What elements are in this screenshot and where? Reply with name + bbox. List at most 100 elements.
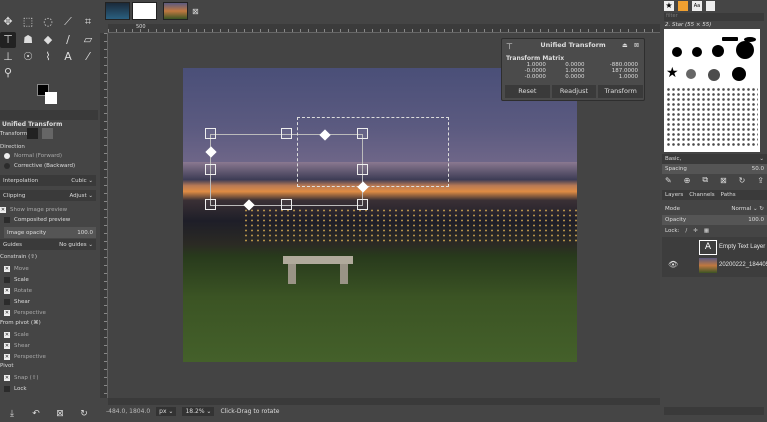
guides-select[interactable]: Guides No guides ⌄ xyxy=(0,239,96,250)
lock-alpha-icon[interactable]: ▦ xyxy=(704,228,709,234)
dock-tabs xyxy=(0,110,98,120)
transform-corner-handle[interactable] xyxy=(357,128,368,139)
layer-mode-select[interactable]: Mode Normal ⌄ ↻ xyxy=(662,204,767,214)
pointer-coords: -484.0, 1804.0 xyxy=(106,408,151,415)
zoom-tool-icon[interactable]: ⚲ xyxy=(0,65,16,81)
from-pivot-checkbox[interactable]: ✕ Shear xyxy=(4,341,30,351)
transform-corner-handle[interactable] xyxy=(205,199,216,210)
constrain-checkbox[interactable]: ✕ Rotate xyxy=(4,286,32,296)
horizontal-scrollbar[interactable] xyxy=(108,398,660,405)
layer-row[interactable]: 👁 20200222_184405 xyxy=(662,257,767,274)
transform-selection-button[interactable] xyxy=(42,128,53,139)
close-icon[interactable]: ⊠ xyxy=(634,42,639,49)
interpolation-select[interactable]: Interpolation Cubic ⌄ xyxy=(0,175,96,186)
clone-tool-icon[interactable]: ⊥ xyxy=(0,49,16,65)
duplicate-brush-icon[interactable]: ⧉ xyxy=(702,175,708,185)
unified-transform-tool-icon[interactable]: ⊤ xyxy=(0,32,16,48)
reset-options-icon[interactable]: ↻ xyxy=(76,406,92,422)
brush-grid[interactable]: ★ xyxy=(664,29,760,152)
readjust-button[interactable]: Readjust xyxy=(551,85,597,98)
image-photo[interactable] xyxy=(183,68,577,362)
eraser-tool-icon[interactable]: ▱ xyxy=(80,32,96,48)
transform-edge-handle[interactable] xyxy=(281,128,292,139)
document-history-tab-icon[interactable] xyxy=(706,1,715,11)
image-tab-3[interactable] xyxy=(163,2,188,20)
warp-tool-icon[interactable]: ☗ xyxy=(20,32,36,48)
composited-preview-checkbox[interactable]: Composited preview xyxy=(4,215,70,225)
toolbox-dock: ✥ ⬚ ◌ ⟋ ⌗ ⊤ ☗ ◆ ∕ ▱ ⊥ ☉ ⌇ A ⁄ ⚲ Unified … xyxy=(0,0,98,419)
transform-corner-handle[interactable] xyxy=(205,128,216,139)
pin-icon[interactable]: ⏏ xyxy=(622,42,628,49)
unit-select[interactable]: px ⌄ xyxy=(156,407,177,416)
bench-leg xyxy=(288,264,296,284)
close-tab-icon[interactable]: ⊠ xyxy=(192,7,199,16)
edit-brush-icon[interactable]: ✎ xyxy=(665,176,672,185)
tool-options-title: Unified Transform xyxy=(2,121,63,128)
paths-tool-icon[interactable]: ⌇ xyxy=(40,49,56,65)
new-brush-icon[interactable]: ⊕ xyxy=(684,176,691,185)
constrain-checkbox[interactable]: ✕ Perspective xyxy=(4,308,46,318)
from-pivot-checkbox[interactable]: ✕ Perspective xyxy=(4,352,46,362)
image-opacity-slider[interactable]: Image opacity 100.0 xyxy=(4,227,96,238)
horizontal-ruler: 500 xyxy=(108,24,660,33)
from-pivot-checkbox[interactable]: ✕ Scale xyxy=(4,330,29,340)
from-pivot-label: From pivot (⌘) xyxy=(0,320,41,326)
lock-position-icon[interactable]: ✛ xyxy=(693,228,698,234)
constrain-checkbox[interactable]: Scale xyxy=(4,275,29,285)
tab-layers[interactable]: Layers xyxy=(665,192,683,198)
tab-paths[interactable]: Paths xyxy=(721,192,736,198)
brush-filter-input[interactable]: filter xyxy=(664,13,764,21)
reset-button[interactable]: Reset xyxy=(505,85,550,98)
paintbrush-tool-icon[interactable]: ∕ xyxy=(60,32,76,48)
bucket-fill-tool-icon[interactable]: ◆ xyxy=(40,32,56,48)
save-options-icon[interactable]: ⤓ xyxy=(4,406,20,422)
zoom-select[interactable]: 18.2% ⌄ xyxy=(182,407,215,416)
restore-options-icon[interactable]: ↶ xyxy=(28,406,44,422)
text-layer-thumbnail: A xyxy=(699,240,717,255)
transform-label: Transform: xyxy=(0,131,30,137)
tab-channels[interactable]: Channels xyxy=(689,192,714,198)
layer-opacity-slider[interactable]: Opacity 100.0 xyxy=(662,215,767,225)
eye-visibility-icon[interactable]: 👁 xyxy=(668,260,678,269)
text-tool-icon[interactable]: A xyxy=(60,49,76,65)
image-tab-2[interactable] xyxy=(132,2,157,20)
status-message: Click-Drag to rotate xyxy=(220,408,280,415)
refresh-brushes-icon[interactable]: ↻ xyxy=(739,176,746,185)
patterns-tab-icon[interactable] xyxy=(678,1,688,11)
brushes-tab-icon[interactable]: ★ xyxy=(664,1,674,11)
delete-brush-icon[interactable]: ⊠ xyxy=(720,176,727,185)
transform-edge-handle[interactable] xyxy=(357,164,368,175)
fonts-tab-icon[interactable]: Aa xyxy=(692,1,702,11)
image-layer-thumbnail xyxy=(699,258,717,273)
brush-actions: ✎ ⊕ ⧉ ⊠ ↻ ⇪ xyxy=(662,175,767,185)
show-preview-checkbox[interactable]: ✕ Show image preview xyxy=(0,205,67,215)
rect-select-tool-icon[interactable]: ⬚ xyxy=(20,14,36,30)
transform-layer-button[interactable] xyxy=(27,128,38,139)
lock-pixels-icon[interactable]: ∕ xyxy=(685,228,687,234)
fuzzy-select-tool-icon[interactable]: ⟋ xyxy=(60,14,76,30)
constrain-checkbox[interactable]: Shear xyxy=(4,297,30,307)
direction-corrective-radio[interactable]: Corrective (Backward) xyxy=(4,161,75,171)
transform-edge-handle[interactable] xyxy=(281,199,292,210)
pivot-checkbox[interactable]: ✕ Snap (⇧) xyxy=(4,373,39,383)
transform-edge-handle[interactable] xyxy=(205,164,216,175)
smudge-tool-icon[interactable]: ☉ xyxy=(20,49,36,65)
move-tool-icon[interactable]: ✥ xyxy=(0,14,16,30)
open-brush-icon[interactable]: ⇪ xyxy=(757,176,764,185)
transform-button[interactable]: Transform xyxy=(598,85,644,98)
spacing-slider[interactable]: Spacing 50.0 xyxy=(662,164,767,174)
color-picker-tool-icon[interactable]: ⁄ xyxy=(80,49,96,65)
pivot-checkbox[interactable]: Lock xyxy=(4,384,27,394)
layer-row[interactable]: A Empty Text Layer xyxy=(662,239,767,256)
clipping-select[interactable]: Clipping Adjust ⌄ xyxy=(0,190,96,201)
crop-tool-icon[interactable]: ⌗ xyxy=(80,14,96,30)
brush-set-select[interactable]: Basic, ⌄ xyxy=(662,154,767,164)
transform-corner-handle[interactable] xyxy=(357,199,368,210)
constrain-checkbox[interactable]: ✕ Move xyxy=(4,264,29,274)
direction-normal-radio[interactable]: Normal (Forward) xyxy=(4,151,62,161)
delete-options-icon[interactable]: ⊠ xyxy=(52,406,68,422)
star-brush-icon[interactable]: ★ xyxy=(666,65,679,81)
image-tab-1[interactable] xyxy=(105,2,130,20)
lasso-tool-icon[interactable]: ◌ xyxy=(40,14,56,30)
background-color-swatch[interactable] xyxy=(45,92,57,104)
